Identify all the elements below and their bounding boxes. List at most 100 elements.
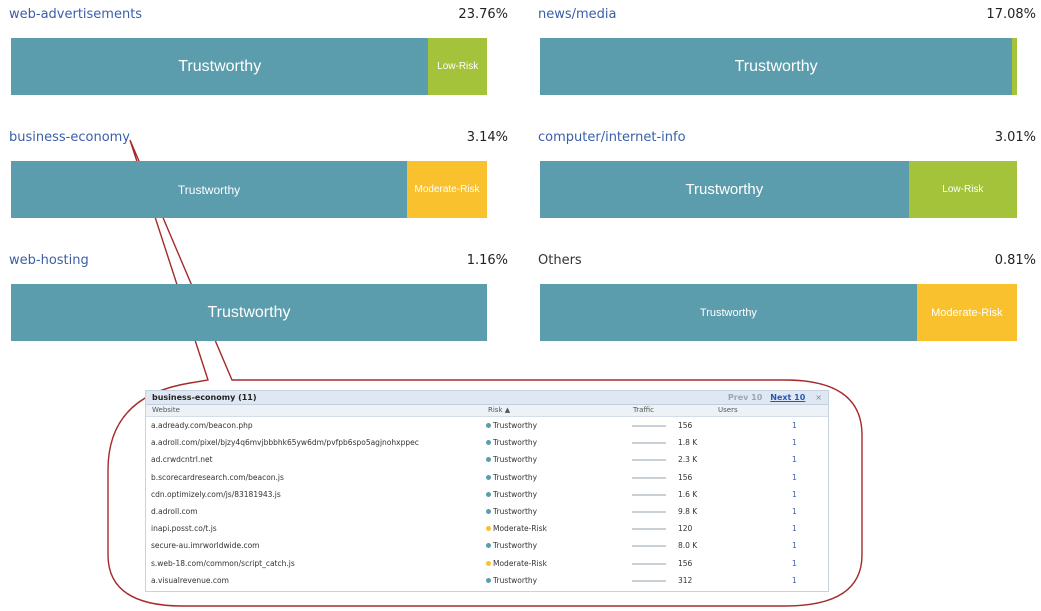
users-value[interactable]: 1 bbox=[792, 473, 797, 482]
risk-status-dot-icon bbox=[486, 491, 491, 497]
column-header-risk[interactable]: Risk ▲ bbox=[488, 406, 510, 414]
website-cell[interactable]: inapi.posst.co/t.js bbox=[151, 524, 217, 533]
category-link-business-economy[interactable]: business-economy bbox=[9, 130, 130, 145]
table-row[interactable]: a.visualrevenue.com Trustworthy 312 1 bbox=[146, 572, 828, 589]
category-percent: 1.16% bbox=[466, 253, 508, 268]
bar-segment-trustworthy[interactable]: Trustworthy bbox=[11, 161, 408, 218]
bar-segment-moderate-risk[interactable]: Moderate-Risk bbox=[407, 161, 487, 218]
users-value[interactable]: 1 bbox=[792, 490, 797, 499]
traffic-bar bbox=[632, 442, 666, 445]
traffic-value: 156 bbox=[678, 472, 693, 482]
bar-segment-low-risk[interactable]: Low-Risk bbox=[908, 161, 1017, 218]
table-row[interactable]: s.web-18.com/common/script_catch.js Moder… bbox=[146, 555, 828, 572]
traffic-bar bbox=[632, 545, 666, 548]
website-cell[interactable]: cdn.optimizely.com/js/83181943.js bbox=[151, 490, 281, 499]
risk-cell: Moderate-Risk bbox=[486, 559, 547, 568]
category-link-computer-internet-info[interactable]: computer/internet-info bbox=[538, 130, 686, 145]
traffic-value: 156 bbox=[678, 558, 693, 568]
risk-status-dot-icon bbox=[486, 577, 491, 583]
risk-bar[interactable]: Trustworthy bbox=[540, 38, 1017, 95]
table-row[interactable]: inapi.posst.co/t.js Moderate-Risk 120 1 bbox=[146, 520, 828, 537]
category-percent: 3.01% bbox=[994, 130, 1036, 145]
traffic-bar bbox=[632, 425, 666, 427]
traffic-bar bbox=[632, 528, 666, 531]
users-value[interactable]: 1 bbox=[792, 507, 797, 516]
category-percent: 23.76% bbox=[458, 7, 508, 22]
category-percent: 17.08% bbox=[986, 7, 1036, 22]
table-row[interactable]: b.scorecardresearch.com/beacon.js Trustwo… bbox=[146, 469, 828, 486]
table-row[interactable]: a.adready.com/beacon.php Trustworthy 156 1 bbox=[146, 417, 828, 434]
table-row[interactable]: d.adroll.com Trustworthy 9.8 K 1 bbox=[146, 503, 828, 520]
bar-segment-trustworthy[interactable]: Trustworthy bbox=[540, 38, 1013, 95]
table-body: a.adready.com/beacon.php Trustworthy 156 1 a… bbox=[146, 417, 828, 589]
risk-cell: Moderate-Risk bbox=[486, 524, 547, 533]
category-label-others: Others bbox=[538, 253, 582, 268]
bar-segment-low-risk[interactable]: Low-Risk bbox=[428, 38, 487, 95]
website-cell[interactable]: b.scorecardresearch.com/beacon.js bbox=[151, 473, 284, 482]
users-value[interactable]: 1 bbox=[792, 541, 797, 550]
website-cell[interactable]: s.web-18.com/common/script_catch.js bbox=[151, 559, 295, 568]
table-row[interactable]: ad.crwdcntrl.net Trustworthy 2.3 K 1 bbox=[146, 451, 828, 468]
website-cell[interactable]: a.adroll.com/pixel/bjzy4q6mvjbbbhk65yw6d… bbox=[151, 438, 419, 447]
risk-label: Moderate-Risk bbox=[493, 558, 547, 568]
risk-bar[interactable]: Trustworthy Low-Risk bbox=[11, 38, 487, 95]
column-header-website[interactable]: Website bbox=[152, 406, 180, 414]
traffic-value: 1.8 K bbox=[678, 438, 698, 448]
risk-status-dot-icon bbox=[486, 543, 491, 549]
users-value[interactable]: 1 bbox=[792, 421, 797, 430]
risk-cell: Trustworthy bbox=[486, 473, 537, 482]
users-value[interactable]: 1 bbox=[792, 438, 797, 447]
category-detail-popup: business-economy (11) Prev 10 Next 10 × … bbox=[145, 390, 829, 592]
popup-header: business-economy (11) Prev 10 Next 10 × bbox=[146, 391, 828, 405]
risk-label: Trustworthy bbox=[493, 541, 538, 551]
bar-segment-trustworthy[interactable]: Trustworthy bbox=[11, 38, 429, 95]
category-link-web-hosting[interactable]: web-hosting bbox=[9, 253, 89, 268]
bar-segment-low-risk[interactable] bbox=[1012, 38, 1017, 95]
risk-status-dot-icon bbox=[486, 423, 491, 428]
users-value[interactable]: 1 bbox=[792, 524, 797, 533]
risk-bar[interactable]: Trustworthy Low-Risk bbox=[540, 161, 1017, 218]
risk-label: Trustworthy bbox=[493, 575, 538, 585]
risk-status-dot-icon bbox=[486, 440, 491, 446]
category-percent: 0.81% bbox=[994, 253, 1036, 268]
risk-bar[interactable]: Trustworthy bbox=[11, 284, 487, 341]
column-header-users[interactable]: Users bbox=[718, 406, 738, 414]
risk-label: Trustworthy bbox=[493, 455, 538, 465]
category-link-news-media[interactable]: news/media bbox=[538, 7, 617, 22]
next-page-link[interactable]: Next 10 bbox=[770, 393, 805, 402]
table-row[interactable]: secure-au.imrworldwide.com Trustworthy 8.0… bbox=[146, 537, 828, 554]
close-icon[interactable]: × bbox=[815, 393, 822, 402]
traffic-value: 312 bbox=[678, 575, 693, 585]
bar-segment-trustworthy[interactable]: Trustworthy bbox=[540, 284, 917, 341]
traffic-bar bbox=[632, 562, 666, 565]
website-cell[interactable]: secure-au.imrworldwide.com bbox=[151, 541, 260, 550]
bar-segment-moderate-risk[interactable]: Moderate-Risk bbox=[916, 284, 1017, 341]
traffic-bar bbox=[632, 510, 666, 513]
risk-status-dot-icon bbox=[486, 526, 491, 532]
risk-status-dot-icon bbox=[486, 508, 491, 514]
website-cell[interactable]: d.adroll.com bbox=[151, 507, 198, 516]
popup-title: business-economy (11) bbox=[152, 393, 257, 402]
table-row[interactable]: cdn.optimizely.com/js/83181943.js Trustwo… bbox=[146, 486, 828, 503]
website-cell[interactable]: a.visualrevenue.com bbox=[151, 576, 229, 585]
column-header-traffic[interactable]: Traffic bbox=[633, 406, 654, 414]
risk-label: Trustworthy bbox=[493, 438, 538, 448]
risk-bar[interactable]: Trustworthy Moderate-Risk bbox=[540, 284, 1017, 341]
users-value[interactable]: 1 bbox=[792, 576, 797, 585]
website-cell[interactable]: ad.crwdcntrl.net bbox=[151, 455, 213, 464]
risk-label: Moderate-Risk bbox=[493, 524, 547, 534]
category-link-web-advertisements[interactable]: web-advertisements bbox=[9, 7, 142, 22]
traffic-value: 8.0 K bbox=[678, 541, 698, 551]
table-row[interactable]: a.adroll.com/pixel/bjzy4q6mvjbbbhk65yw6d… bbox=[146, 434, 828, 451]
bar-segment-trustworthy[interactable]: Trustworthy bbox=[11, 284, 487, 341]
prev-page-link[interactable]: Prev 10 bbox=[728, 393, 762, 402]
website-cell[interactable]: a.adready.com/beacon.php bbox=[151, 421, 253, 430]
risk-status-dot-icon bbox=[486, 457, 491, 463]
users-value[interactable]: 1 bbox=[792, 455, 797, 464]
risk-bar[interactable]: Trustworthy Moderate-Risk bbox=[11, 161, 487, 218]
bar-segment-trustworthy[interactable]: Trustworthy bbox=[540, 161, 909, 218]
risk-status-dot-icon bbox=[486, 474, 491, 480]
risk-cell: Trustworthy bbox=[486, 455, 537, 464]
users-value[interactable]: 1 bbox=[792, 559, 797, 568]
table-header: Website Risk ▲ Traffic Users bbox=[146, 405, 828, 417]
